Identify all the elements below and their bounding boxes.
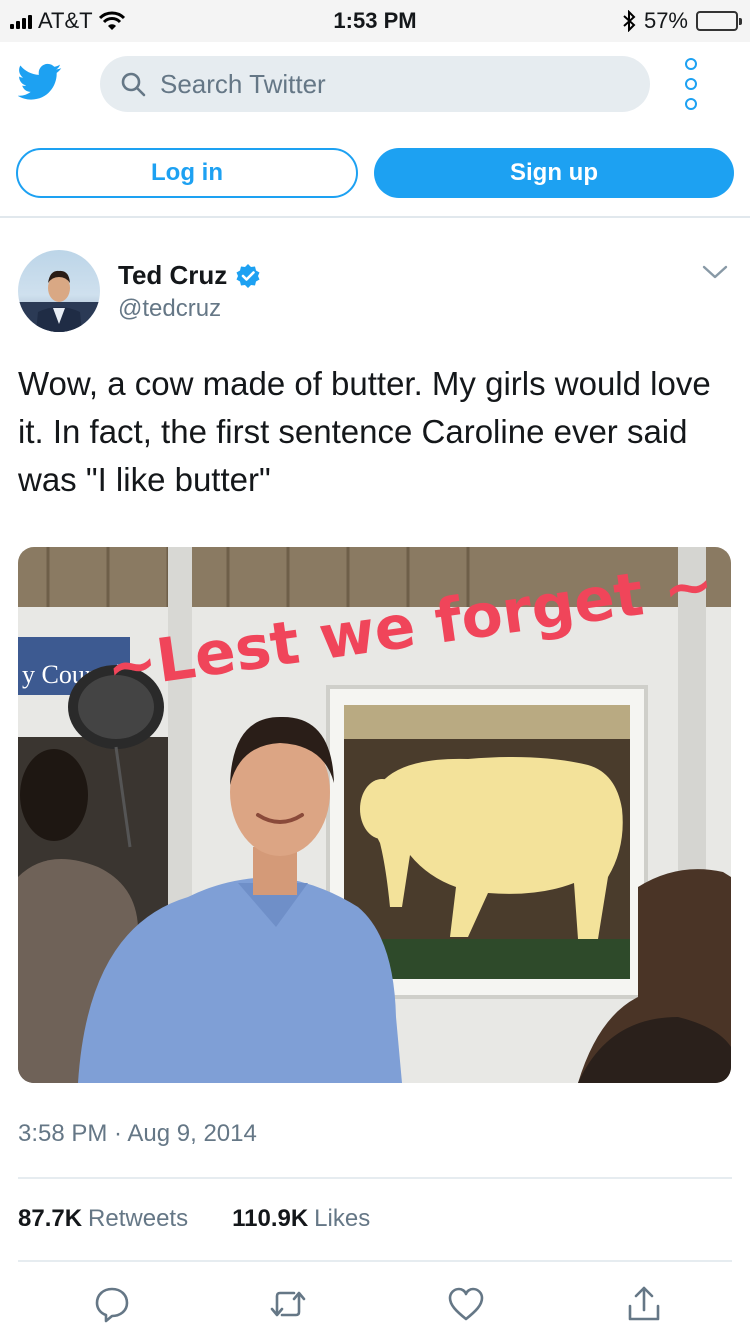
- author-handle[interactable]: @tedcruz: [118, 295, 221, 323]
- search-icon: [121, 72, 146, 97]
- likes-stat[interactable]: 110.9K Likes: [232, 1205, 370, 1233]
- retweets-count: 87.7K: [18, 1205, 83, 1232]
- author-name[interactable]: Ted Cruz: [118, 260, 227, 291]
- tweet-actions: [0, 1280, 750, 1330]
- auth-bar: Log in Sign up: [0, 126, 750, 218]
- login-button[interactable]: Log in: [16, 148, 358, 198]
- tweet-stats: 87.7K Retweets 110.9K Likes: [18, 1205, 370, 1233]
- divider: [18, 1260, 732, 1262]
- status-right: 57%: [622, 8, 742, 34]
- likes-count: 110.9K: [232, 1205, 309, 1232]
- retweets-label: Retweets: [88, 1205, 189, 1232]
- status-bar: AT&T 1:53 PM 57%: [0, 0, 750, 42]
- bluetooth-icon: [623, 10, 636, 32]
- divider: [18, 1177, 732, 1179]
- search-placeholder: Search Twitter: [160, 68, 326, 99]
- more-menu-icon[interactable]: [682, 58, 700, 110]
- battery-icon: [696, 11, 742, 31]
- likes-label: Likes: [314, 1205, 371, 1232]
- retweet-icon[interactable]: [268, 1284, 308, 1324]
- retweets-stat[interactable]: 87.7K Retweets: [18, 1205, 188, 1233]
- battery-percent: 57%: [643, 8, 688, 33]
- share-icon[interactable]: [624, 1284, 664, 1324]
- reply-icon[interactable]: [92, 1284, 132, 1324]
- tweet-timestamp[interactable]: 3:58 PM · Aug 9, 2014: [18, 1120, 257, 1148]
- signup-button[interactable]: Sign up: [374, 148, 734, 198]
- author-row: Ted Cruz: [118, 260, 261, 291]
- like-heart-icon[interactable]: [446, 1284, 486, 1324]
- tweet-photo[interactable]: y Council ~Lest we forget ~: [18, 547, 731, 1083]
- top-nav: Search Twitter: [0, 42, 750, 126]
- tweet-text: Wow, a cow made of butter. My girls woul…: [18, 365, 711, 498]
- twitter-bird-icon[interactable]: [18, 62, 62, 102]
- verified-badge-icon: [236, 263, 260, 288]
- search-input[interactable]: Search Twitter: [100, 56, 650, 112]
- avatar[interactable]: [18, 250, 100, 332]
- chevron-down-icon[interactable]: [700, 260, 730, 284]
